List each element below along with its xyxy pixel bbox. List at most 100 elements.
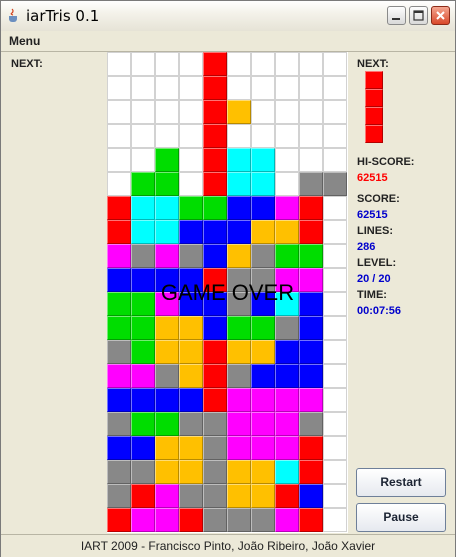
next-label: NEXT: — [357, 58, 389, 70]
minimize-button[interactable] — [387, 6, 406, 25]
board-block — [275, 484, 299, 508]
app-window: iarTris 0.1 Menu NEXT: GAME OVER NEXT: H… — [0, 0, 456, 557]
board-block — [131, 220, 155, 244]
board-block — [179, 364, 203, 388]
board-block — [155, 220, 179, 244]
board-block — [299, 484, 323, 508]
status-bar: IART 2009 - Francisco Pinto, João Ribeir… — [1, 534, 455, 557]
board-cell-empty — [251, 124, 275, 148]
board-block — [131, 460, 155, 484]
board-block — [251, 508, 275, 532]
board-block — [203, 484, 227, 508]
board-block — [203, 508, 227, 532]
board-cell-empty — [323, 52, 347, 76]
game-over-text: GAME OVER — [160, 280, 295, 305]
board-cell-empty — [323, 244, 347, 268]
board-block — [275, 460, 299, 484]
title-bar[interactable]: iarTris 0.1 — [1, 1, 455, 32]
game-board[interactable]: GAME OVER — [107, 52, 348, 533]
board-block — [203, 460, 227, 484]
board-block — [275, 244, 299, 268]
next-piece-block — [365, 107, 383, 125]
next-piece-block — [365, 71, 383, 89]
board-block — [203, 76, 227, 100]
board-cell-empty — [251, 76, 275, 100]
board-block — [251, 316, 275, 340]
board-block — [107, 412, 131, 436]
board-cell-empty — [107, 124, 131, 148]
board-cell-empty — [107, 100, 131, 124]
board-block — [251, 364, 275, 388]
board-block — [131, 172, 155, 196]
score-label: SCORE: — [357, 193, 400, 205]
board-cell-empty — [107, 76, 131, 100]
left-panel: NEXT: — [3, 52, 106, 532]
board-block — [155, 172, 179, 196]
board-block — [203, 316, 227, 340]
board-block — [227, 196, 251, 220]
board-cell-empty — [275, 148, 299, 172]
board-block — [179, 508, 203, 532]
maximize-button[interactable] — [409, 6, 428, 25]
board-block — [227, 412, 251, 436]
next-piece-preview — [365, 71, 383, 143]
board-cell-empty — [323, 196, 347, 220]
board-block — [155, 196, 179, 220]
board-block — [275, 364, 299, 388]
board-block — [155, 316, 179, 340]
board-block — [251, 220, 275, 244]
board-cell-empty — [179, 172, 203, 196]
board-block — [227, 244, 251, 268]
board-block — [155, 244, 179, 268]
board-block — [131, 436, 155, 460]
board-block — [179, 460, 203, 484]
board-block — [275, 388, 299, 412]
board-block — [227, 316, 251, 340]
close-button[interactable] — [431, 6, 450, 25]
board-block — [299, 436, 323, 460]
board-block — [155, 340, 179, 364]
time-label: TIME: — [357, 289, 387, 301]
board-block — [155, 508, 179, 532]
board-block — [299, 508, 323, 532]
board-cell-empty — [323, 148, 347, 172]
maximize-icon — [413, 10, 424, 21]
lines-label: LINES: — [357, 225, 394, 237]
board-cell-empty — [155, 124, 179, 148]
restart-button[interactable]: Restart — [356, 468, 446, 497]
board-block — [203, 52, 227, 76]
board-block — [251, 244, 275, 268]
board-block — [203, 340, 227, 364]
board-cell-empty — [275, 76, 299, 100]
board-block — [299, 316, 323, 340]
board-cell-empty — [179, 148, 203, 172]
board-cell-empty — [323, 364, 347, 388]
menu-menu[interactable]: Menu — [9, 34, 40, 48]
board-block — [131, 412, 155, 436]
board-block — [179, 220, 203, 244]
board-block — [227, 220, 251, 244]
board-cell-empty — [323, 220, 347, 244]
board-block — [227, 364, 251, 388]
close-icon — [436, 11, 445, 20]
board-block — [275, 412, 299, 436]
level-label: LEVEL: — [357, 257, 397, 269]
board-block — [179, 484, 203, 508]
board-block — [107, 508, 131, 532]
board-block — [155, 460, 179, 484]
time-value: 00:07:56 — [357, 305, 402, 317]
board-cell-empty — [179, 100, 203, 124]
board-cell-empty — [179, 52, 203, 76]
board-block — [107, 388, 131, 412]
board-cell-empty — [251, 52, 275, 76]
board-block — [275, 196, 299, 220]
board-block — [131, 244, 155, 268]
board-block — [179, 412, 203, 436]
pause-button[interactable]: Pause — [356, 503, 446, 532]
board-cell-empty — [299, 52, 323, 76]
board-block — [203, 172, 227, 196]
board-cell-empty — [131, 124, 155, 148]
board-block — [299, 412, 323, 436]
board-block — [131, 508, 155, 532]
board-cell-empty — [323, 484, 347, 508]
